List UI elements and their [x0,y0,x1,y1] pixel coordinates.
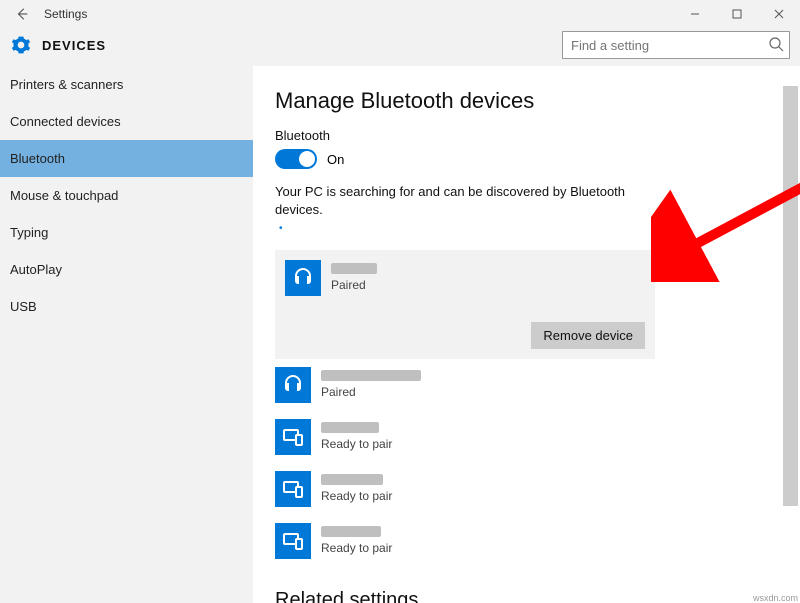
sidebar: Printers & scanners Connected devices Bl… [0,66,253,603]
device-name [321,419,392,435]
sidebar-item-bluetooth[interactable]: Bluetooth [0,140,253,177]
toggle-state: On [327,152,344,167]
remove-device-button[interactable]: Remove device [531,322,645,349]
category-title: DEVICES [42,38,106,53]
device-name [321,523,392,539]
device-name [321,367,421,383]
content-pane: Manage Bluetooth devices Bluetooth On Yo… [253,66,800,603]
toggle-label: Bluetooth [275,128,800,143]
maximize-button[interactable] [716,0,758,28]
page-heading: Manage Bluetooth devices [275,88,800,114]
device-item[interactable]: Ready to pair [275,515,655,567]
annotation-arrow [651,162,800,282]
device-item[interactable]: Paired [275,359,655,411]
titlebar: Settings [0,0,800,28]
device-status: Ready to pair [321,489,392,503]
sidebar-item-printers[interactable]: Printers & scanners [0,66,253,103]
device-item[interactable]: Ready to pair [275,411,655,463]
search-input[interactable] [562,31,790,59]
device-name [321,471,392,487]
device-item[interactable]: Ready to pair [275,463,655,515]
window-title: Settings [44,7,87,21]
watermark: wsxdn.com [753,593,798,603]
headset-icon [285,260,321,296]
device-card-selected[interactable]: Paired Remove device [275,250,655,359]
headset-icon [275,367,311,403]
search-icon [768,36,784,57]
device-status: Ready to pair [321,541,392,555]
back-button[interactable] [8,0,36,28]
minimize-button[interactable] [674,0,716,28]
monitor-phone-icon [275,419,311,455]
status-text: Your PC is searching for and can be disc… [275,183,655,219]
sidebar-item-autoplay[interactable]: AutoPlay [0,251,253,288]
gear-icon[interactable] [10,34,32,56]
device-status: Paired [331,278,377,292]
monitor-phone-icon [275,471,311,507]
sidebar-item-typing[interactable]: Typing [0,214,253,251]
sidebar-item-usb[interactable]: USB [0,288,253,325]
sidebar-item-mouse-touchpad[interactable]: Mouse & touchpad [0,177,253,214]
searching-spinner: • [279,223,800,234]
sidebar-item-connected-devices[interactable]: Connected devices [0,103,253,140]
scrollbar-thumb[interactable] [783,86,798,506]
category-header: DEVICES [0,28,800,66]
device-name [331,260,377,276]
monitor-phone-icon [275,523,311,559]
bluetooth-toggle[interactable] [275,149,317,169]
related-heading: Related settings [275,589,800,603]
close-button[interactable] [758,0,800,28]
device-status: Ready to pair [321,437,392,451]
device-status: Paired [321,385,421,399]
